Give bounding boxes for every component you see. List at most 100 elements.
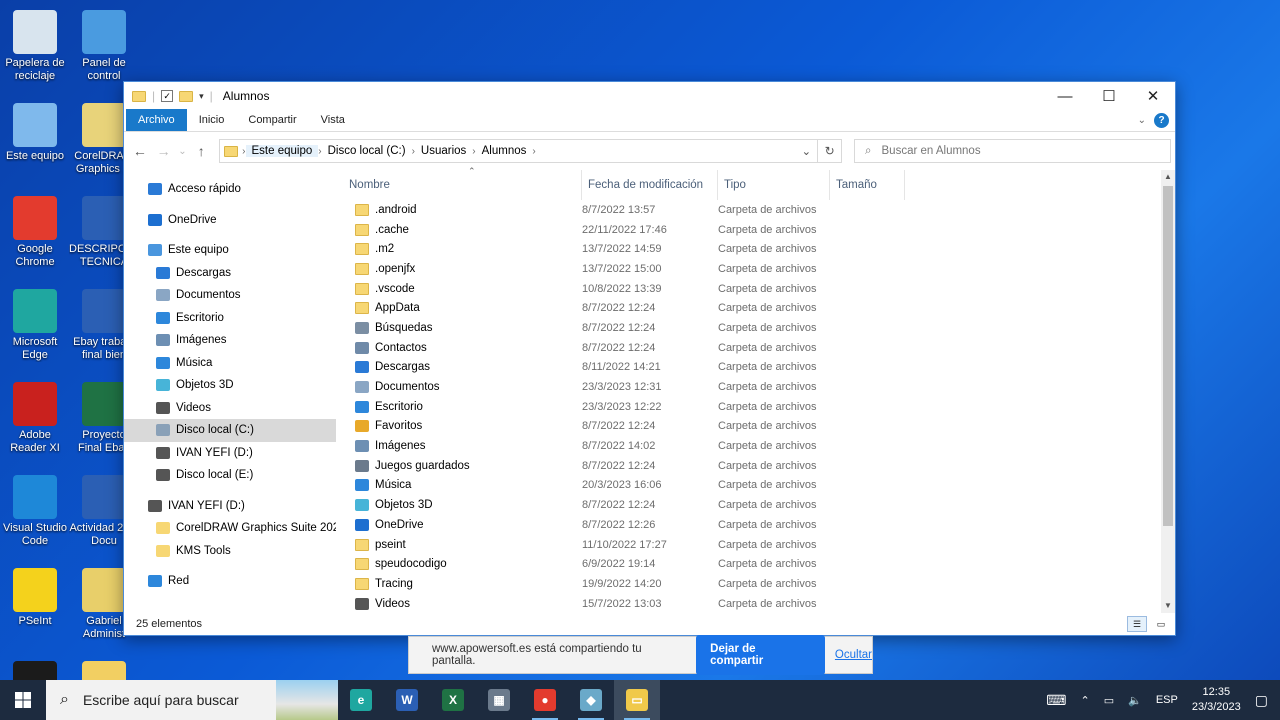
nav-item[interactable]: Música	[124, 352, 336, 375]
nav-item[interactable]: CorelDRAW Graphics Suite 2020 F	[124, 517, 336, 540]
hide-link[interactable]: Ocultar	[835, 649, 872, 661]
file-row[interactable]: Búsquedas 8/7/2022 12:24 Carpeta de arch…	[337, 318, 1175, 338]
large-icons-view-icon[interactable]: ▭	[1151, 616, 1171, 632]
taskbar-app-button[interactable]: ◆	[568, 680, 614, 720]
desktop-icon[interactable]: Visual Studio Code	[0, 475, 70, 548]
close-button[interactable]: ✕	[1131, 82, 1175, 110]
details-view-icon[interactable]: ☰	[1127, 616, 1147, 632]
help-icon[interactable]: ?	[1154, 113, 1169, 128]
file-row[interactable]: pseint 11/10/2022 17:27 Carpeta de archi…	[337, 535, 1175, 555]
nav-item[interactable]: KMS Tools	[124, 540, 336, 563]
file-row[interactable]: OneDrive 8/7/2022 12:26 Carpeta de archi…	[337, 515, 1175, 535]
desktop-icon[interactable]: Microsoft Edge	[0, 289, 70, 362]
refresh-icon[interactable]: ↻	[818, 139, 843, 163]
file-row[interactable]: Tracing 19/9/2022 14:20 Carpeta de archi…	[337, 574, 1175, 594]
nav-item[interactable]: Documentos	[124, 284, 336, 307]
chevron-right-icon[interactable]: ›	[532, 146, 535, 157]
column-header-size[interactable]: Tamaño	[830, 170, 905, 200]
breadcrumb-este-equipo[interactable]: Este equipo	[245, 145, 319, 157]
column-header-name[interactable]: Nombre	[337, 170, 582, 200]
start-button[interactable]	[0, 680, 46, 720]
file-row[interactable]: Juegos guardados 8/7/2022 12:24 Carpeta …	[337, 456, 1175, 476]
forward-arrow-icon[interactable]: →	[152, 143, 176, 159]
address-bar[interactable]: › Este equipo › Disco local (C:) › Usuar…	[219, 139, 819, 163]
file-row[interactable]: Videos 15/7/2022 13:03 Carpeta de archiv…	[337, 594, 1175, 614]
stop-sharing-button[interactable]: Dejar de compartir	[696, 635, 825, 675]
file-row[interactable]: Favoritos 8/7/2022 12:24 Carpeta de arch…	[337, 417, 1175, 437]
nav-item[interactable]: IVAN YEFI (D:)	[124, 495, 336, 518]
desktop-icon[interactable]: Papelera de reciclaje	[0, 10, 70, 83]
tab-compartir[interactable]: Compartir	[236, 109, 308, 131]
chevron-down-icon[interactable]: ⌄	[795, 144, 817, 158]
desktop-icon[interactable]: Panel de control	[69, 10, 139, 83]
nav-item[interactable]: Disco local (C:)	[124, 419, 336, 442]
file-row[interactable]: Escritorio 23/3/2023 12:22 Carpeta de ar…	[337, 397, 1175, 417]
nav-item[interactable]: Disco local (E:)	[124, 464, 336, 487]
file-row[interactable]: Contactos 8/7/2022 12:24 Carpeta de arch…	[337, 338, 1175, 358]
keyboard-icon[interactable]: ⌨	[1046, 692, 1066, 709]
file-row[interactable]: .vscode 10/8/2022 13:39 Carpeta de archi…	[337, 279, 1175, 299]
search-input[interactable]: ⌕ Buscar en Alumnos	[854, 139, 1172, 163]
chevron-up-icon[interactable]: ⌃	[1080, 694, 1089, 707]
file-row[interactable]: .openjfx 13/7/2022 15:00 Carpeta de arch…	[337, 259, 1175, 279]
desktop-icon[interactable]: Este equipo	[0, 103, 70, 163]
scroll-up-icon[interactable]: ▲	[1161, 170, 1175, 184]
file-row[interactable]: .cache 22/11/2022 17:46 Carpeta de archi…	[337, 220, 1175, 240]
column-header-date[interactable]: Fecha de modificación	[582, 170, 718, 200]
nav-item[interactable]: OneDrive	[124, 209, 336, 232]
file-row[interactable]: speudocodigo 6/9/2022 19:14 Carpeta de a…	[337, 554, 1175, 574]
desktop-icon[interactable]: Adobe Reader XI	[0, 382, 70, 455]
tab-vista[interactable]: Vista	[309, 109, 357, 131]
back-arrow-icon[interactable]: ←	[128, 143, 152, 159]
nav-item[interactable]: Escritorio	[124, 307, 336, 330]
minimize-button[interactable]: —	[1043, 82, 1087, 110]
volume-mute-icon[interactable]: 🔈	[1128, 694, 1142, 707]
taskbar-search-box[interactable]: ⌕ Escribe aquí para buscar	[46, 680, 338, 720]
file-row[interactable]: .android 8/7/2022 13:57 Carpeta de archi…	[337, 200, 1175, 220]
vertical-scrollbar[interactable]: ▲ ▼	[1161, 170, 1175, 613]
taskbar-app-button[interactable]: e	[338, 680, 384, 720]
desktop-icon[interactable]: PSeInt	[0, 568, 70, 628]
scroll-down-icon[interactable]: ▼	[1161, 599, 1175, 613]
nav-item[interactable]: Imágenes	[124, 329, 336, 352]
new-folder-icon[interactable]	[179, 90, 194, 102]
up-arrow-icon[interactable]: ↑	[189, 143, 213, 159]
file-row[interactable]: .m2 13/7/2022 14:59 Carpeta de archivos	[337, 239, 1175, 259]
breadcrumb-disco-local[interactable]: Disco local (C:)	[322, 145, 412, 157]
file-row[interactable]: Descargas 8/11/2022 14:21 Carpeta de arc…	[337, 358, 1175, 378]
network-icon[interactable]: ▭	[1104, 694, 1114, 707]
scrollbar-thumb[interactable]	[1163, 186, 1173, 526]
file-row[interactable]: Música 20/3/2023 16:06 Carpeta de archiv…	[337, 476, 1175, 496]
expand-ribbon-icon[interactable]: ⌄	[1138, 115, 1146, 126]
tab-archivo[interactable]: Archivo	[126, 109, 187, 131]
file-row[interactable]: AppData 8/7/2022 12:24 Carpeta de archiv…	[337, 298, 1175, 318]
folder-icon[interactable]	[132, 90, 146, 102]
clock[interactable]: 12:35 23/3/2023	[1192, 685, 1241, 715]
tab-inicio[interactable]: Inicio	[187, 109, 237, 131]
nav-item[interactable]: Objetos 3D	[124, 374, 336, 397]
breadcrumb-alumnos[interactable]: Alumnos	[476, 145, 533, 157]
desktop-icon[interactable]: Google Chrome	[0, 196, 70, 269]
notifications-icon[interactable]: ▢	[1255, 692, 1268, 709]
file-row[interactable]: Imágenes 8/7/2022 14:02 Carpeta de archi…	[337, 436, 1175, 456]
nav-item[interactable]: Este equipo	[124, 239, 336, 262]
taskbar-app-button[interactable]: ▭	[614, 680, 660, 720]
title-bar[interactable]: | ✓ ▾ | Alumnos — ☐ ✕	[124, 82, 1175, 110]
taskbar-app-button[interactable]: X	[430, 680, 476, 720]
taskbar-app-button[interactable]: ●	[522, 680, 568, 720]
breadcrumb-usuarios[interactable]: Usuarios	[415, 145, 472, 157]
nav-item[interactable]: Videos	[124, 397, 336, 420]
file-row[interactable]: Objetos 3D 8/7/2022 12:24 Carpeta de arc…	[337, 495, 1175, 515]
nav-item[interactable]: Descargas	[124, 262, 336, 285]
nav-item[interactable]: Red	[124, 570, 336, 593]
nav-item[interactable]: Acceso rápido	[124, 178, 336, 201]
taskbar-app-button[interactable]: ▦	[476, 680, 522, 720]
chevron-down-icon[interactable]: ▾	[199, 91, 204, 102]
properties-icon[interactable]: ✓	[161, 90, 174, 102]
column-header-type[interactable]: Tipo	[718, 170, 830, 200]
file-row[interactable]: Documentos 23/3/2023 12:31 Carpeta de ar…	[337, 377, 1175, 397]
recent-locations-icon[interactable]: ⌄	[176, 146, 190, 157]
nav-item[interactable]: IVAN YEFI (D:)	[124, 442, 336, 465]
maximize-button[interactable]: ☐	[1087, 82, 1131, 110]
taskbar-app-button[interactable]: W	[384, 680, 430, 720]
